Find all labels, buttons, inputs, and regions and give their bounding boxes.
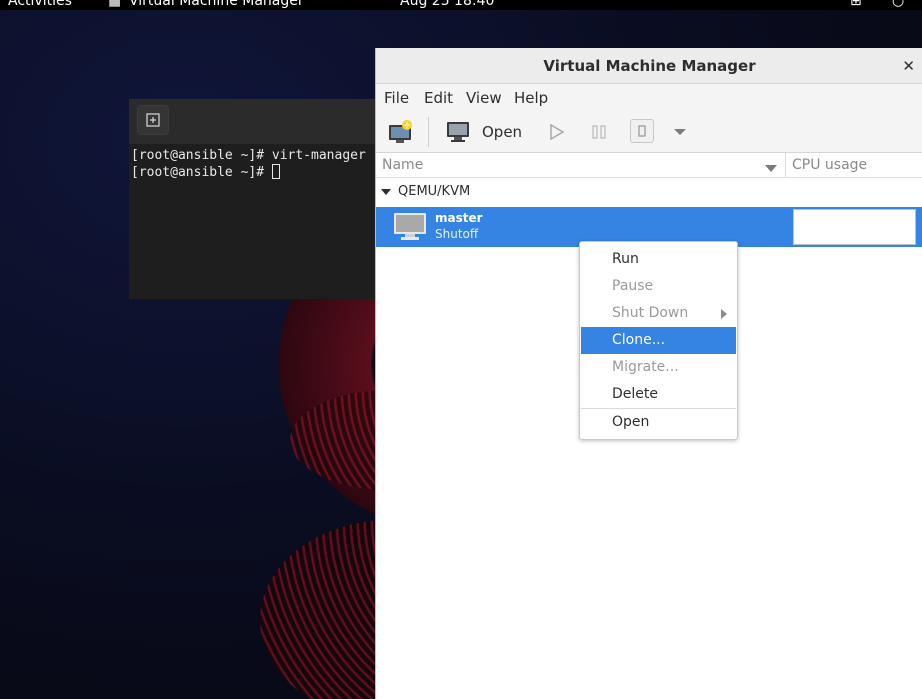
submenu-arrow-icon: [721, 309, 727, 319]
menu-item-open[interactable]: Open: [581, 409, 736, 436]
column-name[interactable]: Name: [382, 153, 423, 177]
menubar: File Edit View Help: [376, 84, 922, 112]
menu-file[interactable]: File: [384, 84, 409, 112]
toolbar-separator: [428, 117, 429, 147]
chevron-down-icon: [765, 165, 777, 172]
sort-chevron-down-icon[interactable]: [764, 159, 778, 178]
vm-name: master: [435, 211, 483, 225]
menu-help[interactable]: Help: [514, 84, 548, 112]
new-vm-button[interactable]: [388, 119, 414, 145]
run-button[interactable]: [544, 120, 568, 144]
window-title: Virtual Machine Manager: [543, 57, 756, 75]
terminal-cursor: [271, 164, 280, 179]
shutdown-menu-dropdown[interactable]: [672, 124, 688, 140]
connection-label: QEMU/KVM: [398, 184, 471, 199]
open-button[interactable]: Open: [444, 117, 522, 147]
pause-button[interactable]: [587, 120, 611, 144]
network-icon[interactable]: ⊞: [850, 0, 862, 9]
new-tab-icon: [146, 113, 160, 127]
expander-icon[interactable]: [380, 186, 392, 198]
pause-icon: [592, 125, 606, 139]
menu-edit[interactable]: Edit: [424, 84, 453, 112]
new-tab-button[interactable]: [137, 105, 169, 135]
vm-monitor-icon: [394, 213, 426, 240]
new-vm-icon: [389, 120, 412, 143]
terminal-prompt-line[interactable]: [root@ansible ~]#: [131, 164, 280, 181]
close-icon[interactable]: ✕: [902, 48, 915, 84]
menu-item-pause[interactable]: Pause: [581, 273, 736, 300]
window-titlebar[interactable]: Virtual Machine Manager ✕: [376, 48, 922, 84]
shutdown-button[interactable]: [630, 119, 654, 143]
menu-view[interactable]: View: [466, 84, 502, 112]
terminal-window[interactable]: [root@ansible ~]# virt-manager [root@ans…: [129, 99, 379, 299]
clock[interactable]: Aug 25 18:40: [400, 0, 494, 9]
column-cpu-usage[interactable]: CPU usage: [792, 153, 867, 177]
vm-context-menu: Run Pause Shut Down Clone... Migrate... …: [579, 241, 738, 440]
cpu-usage-graph: [793, 209, 916, 245]
menu-item-migrate[interactable]: Migrate...: [581, 354, 736, 381]
top-panel: Activities ■ Virtual Machine Manager Aug…: [0, 0, 922, 10]
monitor-icon: [447, 122, 469, 142]
play-icon: [550, 123, 565, 141]
app-icon: ■: [108, 0, 122, 9]
toolbar: Open: [376, 112, 922, 153]
power-icon[interactable]: ○: [892, 0, 904, 9]
activities-button[interactable]: Activities: [8, 0, 72, 9]
connection-row[interactable]: QEMU/KVM: [376, 179, 922, 205]
menu-item-clone[interactable]: Clone...: [581, 327, 736, 354]
column-divider: [785, 153, 786, 177]
terminal-line: [root@ansible ~]# virt-manager: [131, 148, 366, 163]
open-button-label: Open: [482, 123, 523, 141]
chevron-down-icon: [674, 129, 686, 135]
menu-item-run[interactable]: Run: [581, 246, 736, 273]
menu-item-shut-down[interactable]: Shut Down: [581, 300, 736, 327]
vm-state: Shutoff: [435, 227, 479, 241]
menu-item-delete[interactable]: Delete: [581, 381, 736, 408]
app-menu[interactable]: Virtual Machine Manager: [129, 0, 304, 9]
stop-icon: [638, 125, 646, 137]
column-header-row: Name CPU usage: [376, 153, 922, 178]
terminal-headerbar: [129, 99, 379, 144]
